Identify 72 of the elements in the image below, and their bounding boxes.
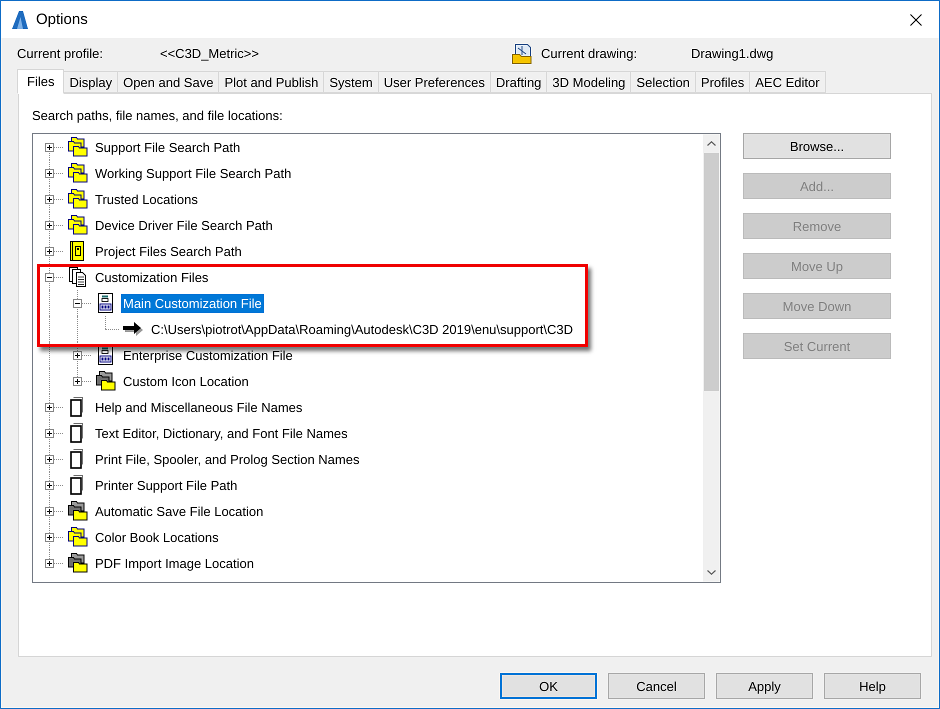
tab[interactable]: System <box>323 71 379 93</box>
close-icon <box>910 14 922 26</box>
tab[interactable]: Display <box>63 71 118 93</box>
collapse-icon[interactable] <box>44 272 54 282</box>
tree-item[interactable]: Color Book Locations <box>93 528 221 546</box>
dialog-button[interactable]: Help <box>824 673 921 699</box>
documents-icon <box>66 267 88 287</box>
scrollbar[interactable] <box>703 134 720 582</box>
tab[interactable]: Selection <box>630 71 696 93</box>
folders-icon <box>66 215 88 235</box>
drawing-label: Current drawing: <box>541 46 638 61</box>
scrollbar-thumb[interactable] <box>704 153 719 391</box>
folders-icon <box>66 553 88 573</box>
window-title: Options <box>36 11 88 28</box>
folders-icon <box>66 163 88 183</box>
expand-icon[interactable] <box>44 246 54 256</box>
profile-label: Current profile: <box>17 46 104 61</box>
expand-icon[interactable] <box>44 558 54 568</box>
expand-icon[interactable] <box>44 142 54 152</box>
expand-icon[interactable] <box>44 220 54 230</box>
expand-icon[interactable] <box>44 168 54 178</box>
dialog-button[interactable]: Apply <box>716 673 813 699</box>
tree-item[interactable]: Printer Support File Path <box>93 476 240 494</box>
tree-item[interactable]: Trusted Locations <box>93 190 200 208</box>
tab[interactable]: Drafting <box>490 71 548 93</box>
side-button[interactable]: Browse... <box>743 133 891 159</box>
tree-item[interactable]: Device Driver File Search Path <box>93 216 275 234</box>
collapse-icon[interactable] <box>72 298 82 308</box>
section-caption: Search paths, file names, and file locations: <box>32 108 284 123</box>
tree-item[interactable]: Main Customization File <box>121 294 264 312</box>
expand-icon[interactable] <box>44 428 54 438</box>
tree-item[interactable]: Text Editor, Dictionary, and Font File Names <box>93 424 350 442</box>
tree-item[interactable]: Help and Miscellaneous File Names <box>93 398 304 416</box>
folders-icon <box>66 189 88 209</box>
tab[interactable]: Profiles <box>694 71 750 93</box>
tree-item[interactable]: Enterprise Customization File <box>121 346 295 364</box>
tree-item[interactable]: Customization Files <box>93 268 210 286</box>
folders-icon <box>66 137 88 157</box>
tab[interactable]: Plot and Publish <box>218 71 324 93</box>
tab[interactable]: Files <box>17 69 64 94</box>
profile-value: <<C3D_Metric>> <box>160 46 260 61</box>
tree-item[interactable]: Custom Icon Location <box>121 372 251 390</box>
expand-icon[interactable] <box>44 480 54 490</box>
tree-item[interactable]: Project Files Search Path <box>93 242 244 260</box>
scroll-down-icon[interactable] <box>707 570 716 575</box>
expand-icon[interactable] <box>44 506 54 516</box>
drawing-icon <box>512 44 532 64</box>
tree-item[interactable]: Working Support File Search Path <box>93 164 294 182</box>
scroll-up-icon[interactable] <box>707 141 716 146</box>
folders-icon <box>66 527 88 547</box>
arrow-icon <box>122 319 144 339</box>
tab[interactable]: Open and Save <box>117 71 220 93</box>
folders-icon <box>66 501 88 521</box>
dialog-button[interactable]: Cancel <box>608 673 705 699</box>
drawing-value: Drawing1.dwg <box>691 46 774 61</box>
tree-item[interactable]: Print File, Spooler, and Prolog Section Names <box>93 450 362 468</box>
tree-item[interactable]: Automatic Save File Location <box>93 502 266 520</box>
expand-icon[interactable] <box>44 402 54 412</box>
tree-item[interactable]: Support File Search Path <box>93 138 242 156</box>
tab[interactable]: AEC Editor <box>749 71 826 93</box>
tab[interactable]: 3D Modeling <box>546 71 632 93</box>
expand-icon[interactable] <box>44 454 54 464</box>
expand-icon[interactable] <box>72 350 82 360</box>
tree-item[interactable]: C:\Users\piotrot\AppData\Roaming\Autodesk\C3D 2019\enu\support\C3D <box>149 320 575 338</box>
tab[interactable]: User Preferences <box>378 71 491 93</box>
app-logo-icon <box>12 10 28 28</box>
dialog-button[interactable]: OK <box>500 673 597 699</box>
expand-icon[interactable] <box>44 194 54 204</box>
folders-icon <box>94 371 116 391</box>
tree-item[interactable]: PDF Import Image Location <box>93 554 256 572</box>
expand-icon[interactable] <box>72 376 82 386</box>
expand-icon[interactable] <box>44 532 54 542</box>
